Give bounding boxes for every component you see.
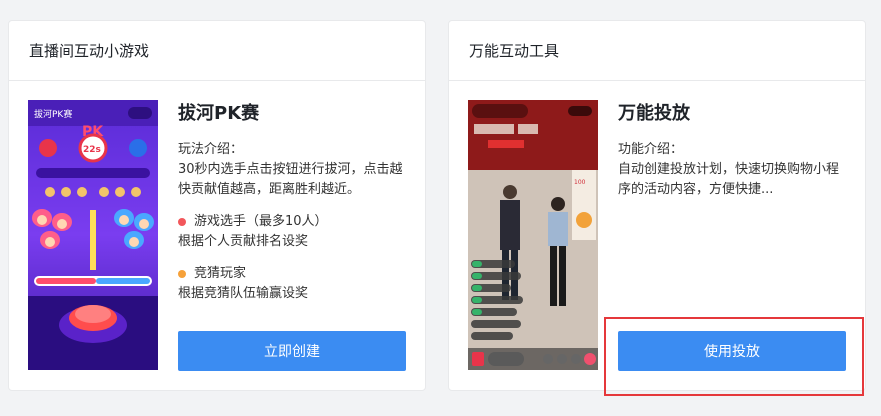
- red-dot-icon: [178, 218, 186, 226]
- bullet-players-desc: 根据个人贡献排名设奖: [178, 234, 309, 249]
- orange-dot-icon: [178, 270, 186, 278]
- game-intro-label: 玩法介绍：: [178, 142, 244, 157]
- card-header-tools: 万能互动工具: [449, 21, 865, 81]
- use-delivery-button[interactable]: 使用投放: [618, 331, 846, 371]
- game-info: 拔河PK赛 玩法介绍： 30秒内选手点击按钮进行拔河，点击越快贡献值越高，距离胜…: [178, 100, 410, 304]
- bullet-players-title: 游戏选手（最多10人）: [194, 214, 328, 229]
- game-intro-text: 30秒内选手点击按钮进行拔河，点击越快贡献值越高，距离胜利越近。: [178, 162, 403, 197]
- live-stream-thumbnail: 100: [468, 100, 598, 370]
- tool-intro-label: 功能介绍：: [618, 142, 684, 157]
- create-now-button[interactable]: 立即创建: [178, 331, 406, 371]
- thumb-timer: 22s: [83, 145, 101, 155]
- bullet-guessers: 竞猜玩家: [178, 264, 410, 284]
- tool-title: 万能投放: [618, 103, 690, 124]
- tool-intro-text: 自动创建投放计划，快速切换购物小程序的活动内容，方便快捷...: [618, 162, 840, 197]
- bullet-guessers-title: 竞猜玩家: [194, 266, 247, 281]
- svg-text:100: 100: [574, 179, 586, 186]
- bullet-players: 游戏选手（最多10人）: [178, 212, 410, 232]
- tug-of-war-thumbnail: 拔河PK赛 PK 22s: [28, 100, 158, 370]
- card-header-games: 直播间互动小游戏: [9, 21, 425, 81]
- thumb-title: 拔河PK赛: [34, 108, 72, 120]
- live-stream-illustration: 100: [468, 100, 598, 370]
- game-title: 拔河PK赛: [178, 103, 260, 124]
- tool-info: 万能投放 功能介绍： 自动创建投放计划，快速切换购物小程序的活动内容，方便快捷.…: [618, 100, 850, 200]
- tug-of-war-illustration: 拔河PK赛 PK 22s: [28, 100, 158, 370]
- bullet-guessers-desc: 根据竞猜队伍输赢设奖: [178, 286, 309, 301]
